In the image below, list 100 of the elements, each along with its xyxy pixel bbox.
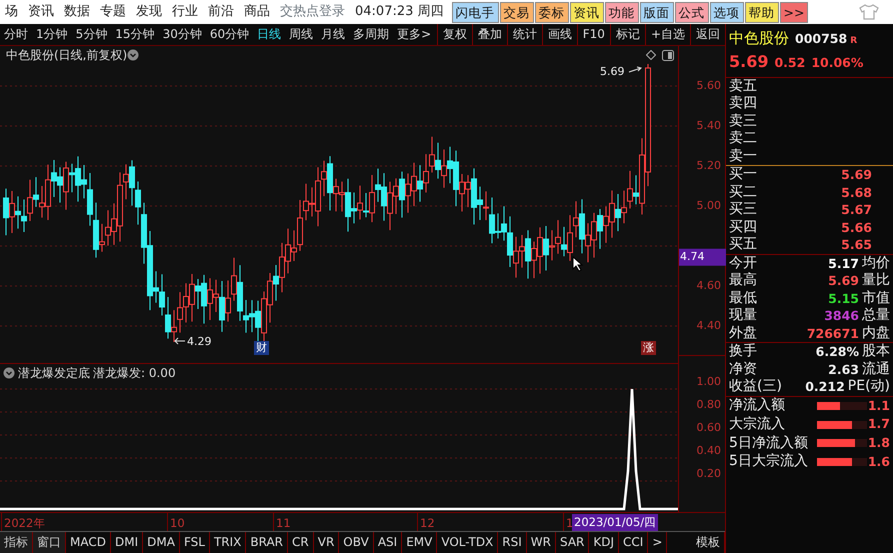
bid-price: 5.68: [841, 184, 872, 201]
flow-value: 1.8: [868, 434, 890, 452]
indicator-tab[interactable]: DMI: [110, 532, 144, 553]
menu-item[interactable]: 专题: [95, 0, 131, 24]
indicator-tab[interactable]: BRAR: [246, 532, 288, 553]
bid-level-label: 买二: [729, 184, 757, 201]
event-badge[interactable]: 涨: [641, 341, 656, 355]
ask-level-label: 卖三: [729, 112, 758, 130]
bid-price: 5.69: [841, 166, 872, 184]
arrow-icon: [628, 66, 642, 74]
flow-value: 1.6: [868, 452, 890, 471]
ask-level-label: 卖二: [729, 130, 758, 148]
stat-label: 量比: [862, 272, 890, 290]
toolbar-button[interactable]: +自选: [644, 24, 690, 45]
menu-item[interactable]: 行业: [167, 0, 203, 24]
flow-label: 5日大宗流入: [729, 453, 809, 471]
clock-text: 04:07:23 周四: [354, 3, 445, 21]
period-tab[interactable]: 更多>: [393, 24, 436, 45]
menu-button[interactable]: 交易: [500, 2, 534, 22]
toolbar-button[interactable]: 统计: [506, 24, 542, 45]
axis-label: 0.60: [696, 420, 721, 436]
period-tab[interactable]: 30分钟: [158, 24, 206, 45]
percent-change: 10.06%: [811, 54, 864, 72]
indicator-tab[interactable]: VOL-TDX: [437, 532, 498, 553]
date-label: 10: [170, 515, 185, 532]
stat-label: 内盘: [862, 324, 890, 342]
indicator-tab[interactable]: ASI: [374, 532, 402, 553]
dropdown-icon[interactable]: [127, 49, 140, 61]
menu-button[interactable]: 委标: [534, 2, 569, 22]
event-badge[interactable]: 财: [254, 341, 269, 355]
stat-label: 均价: [862, 254, 890, 272]
menu-button[interactable]: 闪电手: [452, 2, 499, 22]
period-tab[interactable]: 60分钟: [206, 24, 254, 45]
menu-item[interactable]: 前沿: [203, 0, 239, 24]
period-tab[interactable]: 5分钟: [72, 24, 112, 45]
period-tab[interactable]: 分时: [0, 24, 32, 45]
stat-label: 换手: [729, 343, 757, 360]
indicator-tab[interactable]: CR: [288, 532, 314, 553]
stat-label: PE(动): [848, 378, 890, 396]
indicator-tab[interactable]: >: [648, 532, 668, 553]
indicator-tab[interactable]: CCI: [619, 532, 648, 553]
date-label: 12: [420, 515, 435, 532]
indicator-tab[interactable]: WR: [526, 532, 556, 553]
indicator-reading: 潜龙爆发: 0.00: [93, 364, 176, 382]
period-tab[interactable]: 日线: [253, 24, 286, 45]
indicator-tab[interactable]: MACD: [66, 532, 111, 553]
toolbar-button[interactable]: 标记: [610, 24, 645, 45]
period-tab[interactable]: 周线: [285, 24, 318, 45]
indicator-tab[interactable]: TRIX: [210, 532, 246, 553]
stock-code: 000758: [795, 30, 848, 48]
bid-level-label: 买五: [729, 236, 757, 254]
stat-label: 总量: [862, 307, 890, 324]
indicator-tab[interactable]: RSI: [498, 532, 527, 553]
panel-toggle-icon[interactable]: [662, 50, 674, 60]
period-tab[interactable]: 多周期: [349, 24, 394, 45]
menu-item[interactable]: 资讯: [23, 0, 59, 24]
menu-button[interactable]: 版面: [640, 2, 674, 22]
menu-item[interactable]: 数据: [59, 0, 95, 24]
indicator-tab[interactable]: OBV: [339, 532, 374, 553]
menu-item[interactable]: 商品: [239, 0, 275, 24]
hotspot-login-link[interactable]: 交热点登录: [275, 0, 350, 24]
indicator-tab[interactable]: SAR: [556, 532, 590, 553]
axis-label: 4.60: [696, 278, 721, 294]
indicator-tab[interactable]: VR: [314, 532, 340, 553]
axis-label: 5.60: [696, 78, 721, 94]
menu-item[interactable]: 发现: [131, 0, 167, 24]
axis-label: 0.40: [696, 442, 721, 459]
axis-label: 0.80: [696, 396, 721, 413]
ask-level-label: 卖一: [729, 148, 758, 165]
indicator-tab[interactable]: DMA: [143, 532, 180, 553]
indicator-tab[interactable]: EMV: [402, 532, 438, 553]
menu-button[interactable]: 选项: [710, 2, 744, 22]
indicator-tab[interactable]: FSL: [180, 532, 210, 553]
menu-button[interactable]: 公式: [674, 2, 709, 22]
toolbar-button[interactable]: F10: [576, 24, 610, 45]
bid-price: 5.67: [841, 201, 872, 218]
toolbar-button[interactable]: 画线: [542, 24, 577, 45]
stock-name: 中色股份: [729, 28, 789, 49]
indicator-tab[interactable]: 指标: [0, 532, 33, 553]
toolbar-button[interactable]: 复权: [436, 24, 472, 45]
indicator-tab[interactable]: KDJ: [589, 532, 620, 553]
mouse-cursor-icon: [572, 256, 584, 272]
menu-button[interactable]: 资讯: [570, 2, 604, 22]
date-label: 1: [566, 515, 574, 532]
dropdown-icon[interactable]: [3, 366, 15, 378]
ask-level-label: 卖五: [729, 78, 758, 95]
flow-label: 大宗流入: [729, 416, 786, 434]
period-tab[interactable]: 15分钟: [111, 24, 159, 45]
toolbar-button[interactable]: 叠加: [472, 24, 507, 45]
flow-value: 1.1: [868, 396, 890, 414]
diamond-icon[interactable]: [646, 50, 656, 60]
period-tab[interactable]: 1分钟: [32, 24, 72, 45]
bid-price: 5.66: [841, 218, 872, 236]
stat-label: 最低: [729, 290, 757, 307]
menu-item[interactable]: 场: [0, 0, 23, 24]
indicator-tab[interactable]: 窗口: [33, 532, 66, 553]
period-tab[interactable]: 月线: [317, 24, 350, 45]
menu-button[interactable]: 帮助: [744, 2, 779, 22]
menu-button[interactable]: 功能: [604, 2, 639, 22]
menu-button[interactable]: >>: [780, 2, 808, 22]
